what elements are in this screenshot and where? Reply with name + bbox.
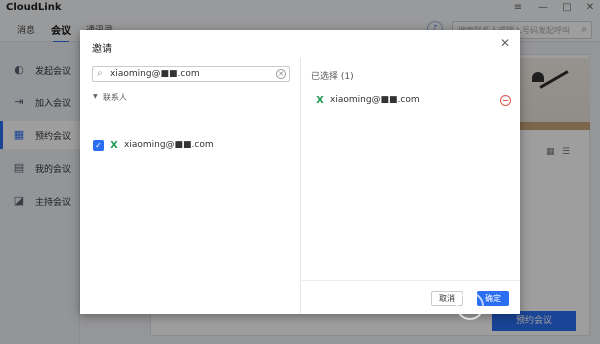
watermark-logo	[456, 288, 596, 328]
close-icon[interactable]: ✕	[498, 36, 512, 50]
contact-search-field[interactable]: ⌕ ✕	[92, 66, 290, 82]
search-icon: ⌕	[97, 68, 103, 79]
group-label: 联系人	[103, 93, 127, 102]
watermark-icon	[456, 292, 484, 320]
contact-avatar-icon: X	[316, 95, 324, 106]
contact-checkbox[interactable]: ✓	[93, 140, 104, 151]
selected-contact-name: xiaoming@■■.com	[330, 95, 420, 105]
remove-icon[interactable]	[500, 95, 511, 106]
selected-list-item: X xiaoming@■■.com	[311, 93, 516, 109]
invite-dialog: 邀请 ✕ ⌕ ✕ ▼ 联系人 ✓ X xiaoming@■■.com 已选择 (…	[80, 30, 520, 314]
dialog-title: 邀请	[92, 44, 112, 55]
caret-down-icon: ▼	[93, 93, 98, 100]
contact-avatar-icon: X	[110, 140, 118, 151]
contact-name: xiaoming@■■.com	[124, 140, 214, 150]
clear-icon[interactable]: ✕	[276, 69, 286, 79]
contact-picker: ⌕ ✕ ▼ 联系人 ✓ X xiaoming@■■.com	[80, 58, 301, 314]
selected-count-label: 已选择 (1)	[311, 72, 354, 82]
contact-search-input[interactable]	[110, 68, 270, 80]
contact-list-item[interactable]: ✓ X xiaoming@■■.com	[90, 138, 295, 154]
selected-panel: 已选择 (1) X xiaoming@■■.com	[302, 58, 520, 314]
